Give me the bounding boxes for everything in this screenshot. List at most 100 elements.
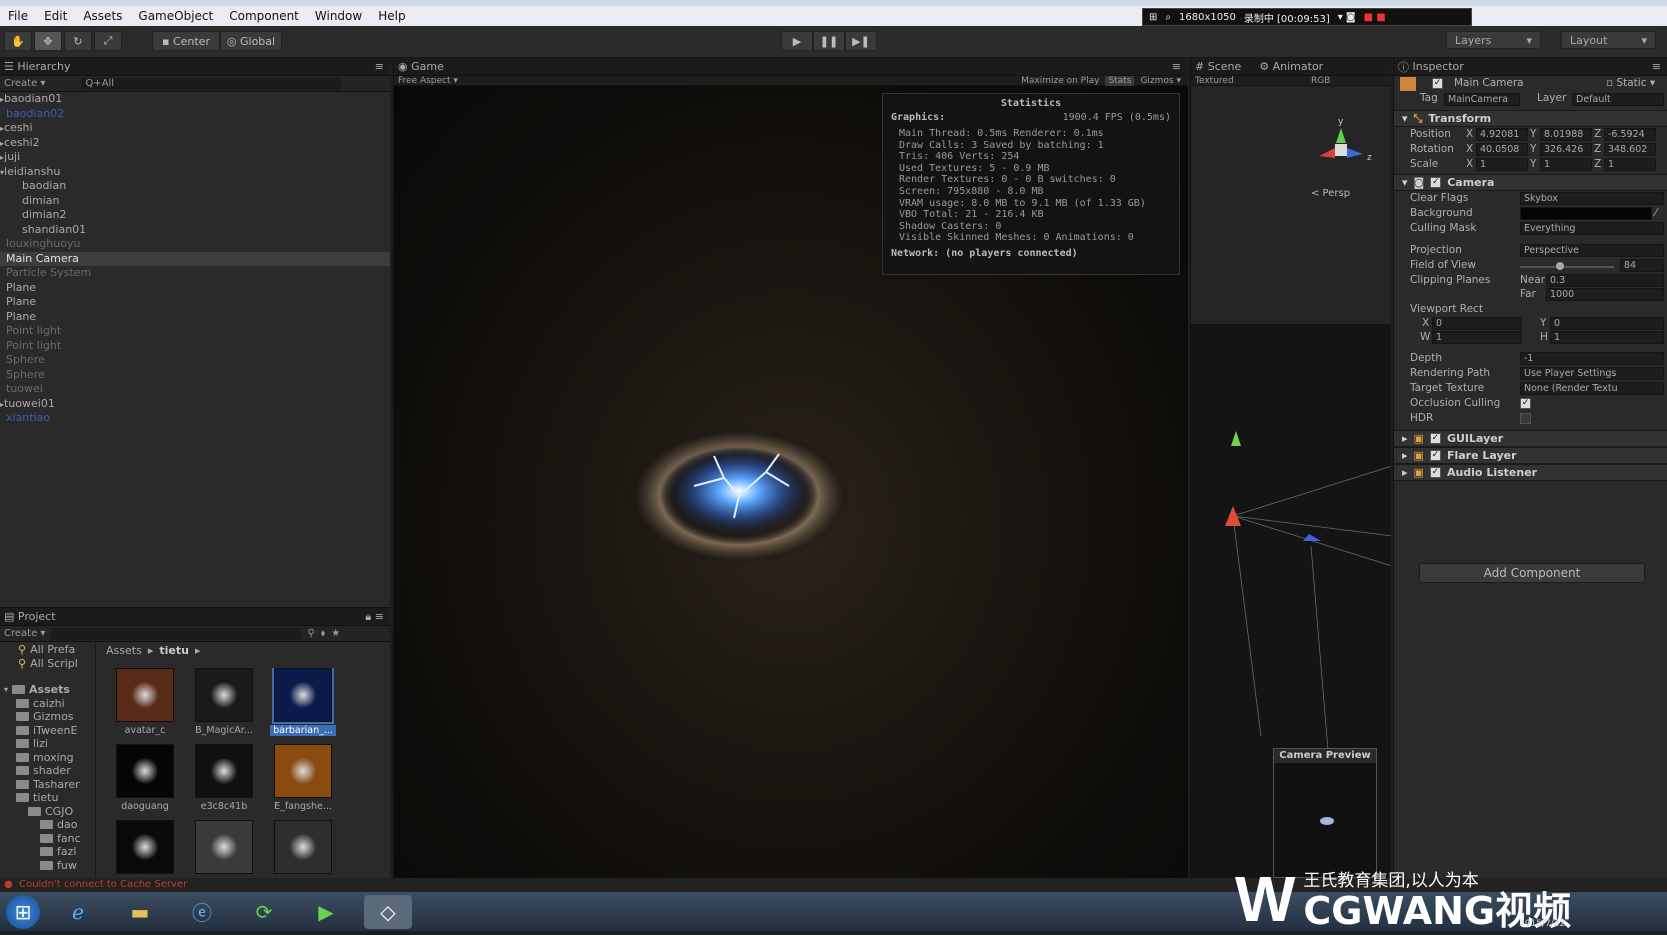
far-field[interactable]: 1000	[1546, 288, 1664, 301]
project-create-dropdown[interactable]: Create ▾	[4, 628, 45, 639]
filter-type-icon[interactable]: ⚲	[307, 628, 314, 639]
gizmos-dropdown[interactable]: Gizmos ▾	[1140, 76, 1187, 86]
static-checkbox[interactable]: ▫ Static ▾	[1606, 77, 1655, 89]
tab-animator[interactable]: Animator	[1273, 60, 1324, 73]
active-checkbox[interactable]: ✓	[1432, 78, 1443, 89]
file-explorer-icon[interactable]: ▬	[116, 895, 164, 929]
project-folder[interactable]: CGJO	[28, 804, 73, 818]
transform-position-y-field[interactable]: 8.01988	[1540, 128, 1592, 141]
component-enabled-checkbox[interactable]: ✓	[1429, 433, 1441, 444]
project-search-input[interactable]	[51, 627, 302, 640]
menu-component[interactable]: Component	[221, 9, 307, 23]
layers-dropdown[interactable]: Layers ▾	[1446, 31, 1541, 49]
menu-file[interactable]: File	[0, 9, 36, 23]
transform-header[interactable]: ▾ ⤡ Transform	[1394, 110, 1667, 127]
asset-tile[interactable]	[191, 820, 257, 877]
rgb-dropdown[interactable]: RGB	[1311, 76, 1330, 86]
project-folder[interactable]: Tasharer	[16, 777, 80, 791]
transform-scale-z-field[interactable]: 1	[1604, 158, 1656, 171]
hierarchy-item[interactable]: Sphere	[0, 353, 390, 368]
asset-tile[interactable]	[112, 820, 178, 877]
aspect-dropdown[interactable]: Free Aspect ▾	[398, 76, 548, 86]
layer-dropdown[interactable]: Default	[1572, 93, 1664, 106]
hierarchy-item[interactable]: ▾leidianshu	[0, 165, 390, 180]
menu-window[interactable]: Window	[307, 9, 370, 23]
project-folder[interactable]: fuw	[40, 858, 77, 872]
camera-header[interactable]: ▾ ◙ ✓ Camera	[1394, 174, 1667, 191]
hierarchy-item[interactable]: Main Camera	[0, 251, 390, 266]
unity-icon[interactable]: ◇	[364, 894, 412, 929]
persp-label[interactable]: < Persp	[1311, 188, 1350, 199]
camera-row-value[interactable]: None (Render Textu	[1520, 382, 1664, 395]
component-header[interactable]: ▸ ▣ ✓ Flare Layer	[1394, 447, 1667, 464]
space-global-button[interactable]: ◎ Global	[220, 31, 282, 51]
fov-slider-thumb[interactable]	[1556, 262, 1564, 270]
component-enabled-checkbox[interactable]: ✓	[1429, 467, 1441, 478]
hierarchy-item[interactable]: Plane	[0, 281, 390, 296]
pivot-center-button[interactable]: ▪ Center	[152, 31, 220, 51]
fov-slider[interactable]	[1520, 266, 1614, 268]
asset-tile[interactable]	[270, 820, 336, 877]
hierarchy-item[interactable]: ▸ceshi	[0, 121, 390, 136]
asset-tile[interactable]: avatar_c	[112, 668, 178, 736]
component-header[interactable]: ▸ ▣ ✓ Audio Listener	[1394, 464, 1667, 481]
layout-dropdown[interactable]: Layout ▾	[1561, 31, 1656, 49]
breadcrumb-assets[interactable]: Assets	[106, 644, 142, 657]
object-name-field[interactable]: Main Camera	[1454, 77, 1524, 89]
camera-row-value[interactable]: -1	[1520, 352, 1664, 365]
near-field[interactable]: 0.3	[1546, 274, 1664, 287]
camera-row-value[interactable]: Everything	[1520, 222, 1664, 235]
asset-tile[interactable]: e3c8c41b	[191, 744, 257, 812]
project-folder[interactable]: fazl	[40, 845, 76, 859]
transform-position-x-field[interactable]: 4.92081	[1476, 128, 1528, 141]
hierarchy-item[interactable]: ▸tuowei01	[0, 397, 390, 412]
hand-tool-icon[interactable]: ✋	[4, 31, 32, 51]
rotate-tool-icon[interactable]: ↻	[64, 31, 92, 51]
hierarchy-search-input[interactable]: Q+All	[81, 77, 342, 90]
move-tool-icon[interactable]: ✥	[34, 31, 62, 51]
status-message[interactable]: Couldn't connect to Cache Server	[19, 879, 187, 890]
browser-icon[interactable]: ⓔ	[178, 895, 226, 929]
project-folder[interactable]: shader	[16, 764, 71, 778]
tab-game[interactable]: Game	[411, 60, 444, 73]
hierarchy-item[interactable]: Point light	[0, 339, 390, 354]
transform-rotation-z-field[interactable]: 348.602	[1604, 143, 1656, 156]
project-folder[interactable]: moxing	[16, 750, 74, 764]
project-folder[interactable]: tietu	[16, 791, 58, 805]
step-button[interactable]: ▶❚	[845, 31, 877, 51]
transform-position-z-field[interactable]: -6.5924	[1604, 128, 1656, 141]
camera-enabled-checkbox[interactable]: ✓	[1430, 177, 1442, 188]
transform-rotation-y-field[interactable]: 326.426	[1540, 143, 1592, 156]
stats-toggle[interactable]: Stats	[1105, 75, 1135, 86]
refresh-app-icon[interactable]: ⟳	[240, 895, 288, 929]
camera-row-checkbox[interactable]	[1520, 413, 1531, 424]
hierarchy-item[interactable]: Plane	[0, 295, 390, 310]
hierarchy-item[interactable]: Plane	[0, 310, 390, 325]
hierarchy-item[interactable]: ▸ceshi2	[0, 136, 390, 151]
tab-scene[interactable]: Scene	[1208, 60, 1242, 73]
favorite-star-icon[interactable]: ★	[331, 628, 340, 639]
panel-menu-icon[interactable]: ≡	[1652, 60, 1667, 73]
menu-gameobject[interactable]: GameObject	[130, 9, 221, 23]
play-button[interactable]: ▶	[781, 31, 813, 51]
asset-tile[interactable]: daoguang	[112, 744, 178, 812]
start-button-icon[interactable]: ⊞	[6, 894, 40, 929]
hierarchy-item[interactable]: baodian02	[0, 107, 390, 122]
assets-root[interactable]: ▾ Assets	[4, 682, 70, 696]
component-enabled-checkbox[interactable]: ✓	[1429, 450, 1441, 461]
hierarchy-item[interactable]: dimian2	[0, 208, 390, 223]
asset-tile[interactable]: E_fangshe...	[270, 744, 336, 812]
hierarchy-item[interactable]: louxinghuoyu	[0, 237, 390, 252]
ie-browser-icon[interactable]: ℯ	[54, 895, 102, 929]
tab-inspector[interactable]: Inspector	[1413, 60, 1464, 73]
viewport-w-field[interactable]: 1	[1432, 331, 1522, 344]
project-folder[interactable]: Gizmos	[16, 710, 74, 724]
transform-scale-y-field[interactable]: 1	[1540, 158, 1592, 171]
camera-row-value[interactable]: Skybox	[1520, 192, 1664, 205]
hierarchy-item[interactable]: ▸juji	[0, 150, 390, 165]
fov-field[interactable]: 84	[1620, 259, 1664, 272]
project-folder[interactable]: fanc	[40, 831, 81, 845]
eyedropper-icon[interactable]: ⁄	[1655, 207, 1657, 219]
shading-dropdown[interactable]: Textured	[1195, 76, 1285, 86]
stop-icon[interactable]: ■ ■	[1364, 12, 1386, 23]
